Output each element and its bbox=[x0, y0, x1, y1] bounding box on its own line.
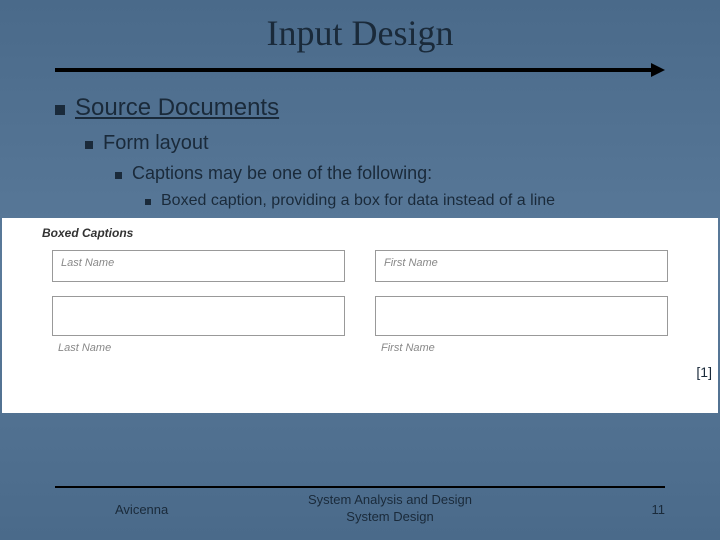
bullet-level3: Captions may be one of the following: bbox=[115, 163, 665, 184]
box-label-below: Last Name bbox=[52, 342, 345, 354]
footer-course-line1: System Analysis and Design bbox=[308, 492, 472, 507]
slide-footer: Avicenna System Analysis and Design Syst… bbox=[55, 492, 665, 526]
square-bullet-icon bbox=[145, 199, 151, 205]
footer-divider bbox=[55, 486, 665, 488]
slide-title: Input Design bbox=[0, 0, 720, 54]
figure-row-1: Last Name First Name bbox=[52, 250, 668, 282]
level2-text: Form layout bbox=[103, 132, 209, 155]
figure-row-3-labels: Last Name First Name bbox=[52, 342, 668, 354]
content-area: Source Documents Form layout Captions ma… bbox=[0, 74, 720, 210]
box-label-below: First Name bbox=[375, 342, 668, 354]
boxed-captions-figure: Boxed Captions Last Name First Name Last… bbox=[2, 218, 718, 413]
input-box-firstname: First Name bbox=[375, 250, 668, 282]
level3-text: Captions may be one of the following: bbox=[132, 163, 432, 184]
bullet-level1: Source Documents bbox=[55, 94, 665, 122]
bullet-level2: Form layout bbox=[85, 132, 665, 155]
input-box-empty bbox=[375, 296, 668, 336]
box-label: Last Name bbox=[61, 257, 114, 269]
footer-course: System Analysis and Design System Design bbox=[277, 492, 503, 526]
square-bullet-icon bbox=[85, 141, 93, 149]
title-divider-arrow bbox=[55, 66, 665, 74]
bullet-level4: Boxed caption, providing a box for data … bbox=[145, 192, 665, 210]
level4-text: Boxed caption, providing a box for data … bbox=[161, 192, 555, 210]
input-box-lastname: Last Name bbox=[52, 250, 345, 282]
figure-heading: Boxed Captions bbox=[42, 226, 708, 240]
input-box-empty bbox=[52, 296, 345, 336]
footer-course-line2: System Design bbox=[346, 509, 433, 524]
level1-text: Source Documents bbox=[75, 94, 279, 122]
square-bullet-icon bbox=[55, 105, 65, 115]
figure-row-2 bbox=[52, 296, 668, 336]
footer-author: Avicenna bbox=[55, 502, 277, 517]
square-bullet-icon bbox=[115, 172, 122, 179]
citation-ref: [1] bbox=[696, 364, 712, 380]
page-number: 11 bbox=[503, 502, 665, 517]
box-label: First Name bbox=[384, 257, 438, 269]
